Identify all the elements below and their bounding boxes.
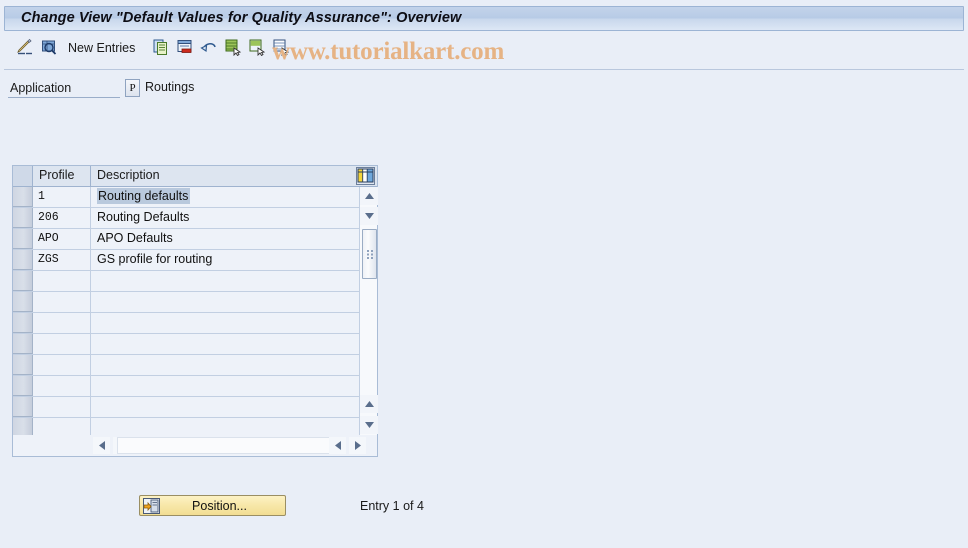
cell-description[interactable] (92, 271, 358, 291)
position-button-label: Position... (192, 498, 247, 513)
row-select-button[interactable] (13, 292, 33, 312)
table-row[interactable] (13, 397, 359, 418)
table-row[interactable]: 206 Routing Defaults (13, 208, 359, 229)
row-select-button[interactable] (13, 334, 33, 354)
position-button[interactable]: Position... (139, 495, 286, 516)
table-body: 1 Routing defaults 206 Routing Defaults APO A… (13, 187, 359, 435)
cell-description[interactable]: Routing Defaults (92, 208, 358, 228)
table-row[interactable]: ZGS GS profile for routing (13, 250, 359, 271)
application-input[interactable] (8, 79, 120, 98)
row-select-button[interactable] (13, 418, 33, 435)
cell-description[interactable] (92, 334, 358, 354)
watermark-text: www.tutorialkart.com (272, 38, 505, 65)
delete-row-icon (176, 38, 194, 59)
scroll-page-down-button[interactable] (360, 416, 378, 434)
cell-description-text: Routing defaults (97, 188, 191, 204)
sap-gui-screen: Change View "Default Values for Quality … (0, 0, 968, 548)
cell-description[interactable] (92, 397, 358, 417)
cell-description[interactable] (92, 376, 358, 396)
window-title-bar: Change View "Default Values for Quality … (4, 6, 964, 31)
cell-profile[interactable] (34, 292, 91, 312)
display-change-button[interactable] (16, 37, 34, 59)
select-block-button[interactable] (248, 37, 266, 59)
cell-description[interactable] (92, 292, 358, 312)
table-horizontal-scrollbar[interactable] (13, 435, 377, 456)
cell-profile[interactable]: 206 (34, 208, 91, 228)
cell-profile[interactable] (34, 334, 91, 354)
table-row[interactable] (13, 271, 359, 292)
entry-status-text: Entry 1 of 4 (360, 499, 424, 513)
copy-icon (152, 38, 170, 59)
row-select-button[interactable] (13, 208, 33, 228)
hscroll-first-button[interactable] (329, 437, 346, 454)
cell-profile[interactable] (34, 418, 91, 435)
table-row[interactable] (13, 418, 359, 435)
hscroll-last-button[interactable] (349, 437, 366, 454)
row-select-button[interactable] (13, 229, 33, 249)
new-entries-label: New Entries (68, 41, 136, 55)
row-select-button[interactable] (13, 313, 33, 333)
cell-description[interactable] (92, 418, 358, 435)
cell-profile[interactable]: 1 (34, 187, 91, 207)
position-icon (140, 497, 160, 514)
table-row[interactable] (13, 376, 359, 397)
table-row[interactable] (13, 355, 359, 376)
table-vertical-scrollbar[interactable] (359, 187, 378, 435)
row-select-button[interactable] (13, 187, 33, 207)
routings-label: Routings (145, 80, 195, 94)
cell-description[interactable]: APO Defaults (92, 229, 358, 249)
application-dropdown-button[interactable]: P (125, 79, 140, 97)
profiles-table: Profile Description 1 Routing defaults 206… (12, 165, 378, 457)
cell-profile[interactable] (34, 355, 91, 375)
select-block-icon (248, 38, 266, 59)
cell-profile[interactable] (34, 271, 91, 291)
column-header-profile[interactable]: Profile (34, 166, 91, 186)
column-header-description[interactable]: Description (92, 166, 356, 186)
table-settings-icon[interactable] (356, 167, 375, 185)
new-entries-button[interactable]: New Entries (68, 37, 135, 59)
select-all-button[interactable] (224, 37, 242, 59)
scroll-page-up-button[interactable] (360, 395, 378, 413)
toolbar-divider (4, 69, 964, 70)
delete-button[interactable] (176, 37, 194, 59)
hscroll-track[interactable] (117, 437, 339, 454)
magnifier-table-icon (40, 38, 58, 59)
scrollbar-thumb[interactable] (362, 229, 377, 279)
row-select-button[interactable] (13, 355, 33, 375)
row-select-button[interactable] (13, 271, 33, 291)
header-select-column[interactable] (13, 166, 33, 186)
undo-arrow-icon (200, 38, 218, 59)
scroll-up-button[interactable] (360, 187, 378, 205)
copy-as-button[interactable] (152, 37, 170, 59)
cell-profile[interactable] (34, 313, 91, 333)
cell-profile[interactable] (34, 376, 91, 396)
row-select-button[interactable] (13, 250, 33, 270)
cell-description[interactable] (92, 313, 358, 333)
table-row[interactable] (13, 292, 359, 313)
cell-profile[interactable]: APO (34, 229, 91, 249)
cell-description[interactable]: GS profile for routing (92, 250, 358, 270)
cell-profile[interactable] (34, 397, 91, 417)
cell-profile[interactable]: ZGS (34, 250, 91, 270)
page-title: Change View "Default Values for Quality … (21, 10, 462, 26)
table-row[interactable]: APO APO Defaults (13, 229, 359, 250)
row-select-button[interactable] (13, 397, 33, 417)
table-row[interactable]: 1 Routing defaults (13, 187, 359, 208)
row-select-button[interactable] (13, 376, 33, 396)
pencil-glasses-icon (16, 38, 34, 59)
select-all-icon (224, 38, 242, 59)
table-header-row: Profile Description (13, 166, 377, 187)
check-entries-button[interactable] (40, 37, 58, 59)
hscroll-left-button[interactable] (93, 437, 110, 454)
scroll-down-button[interactable] (360, 207, 378, 225)
undo-button[interactable] (200, 37, 218, 59)
table-row[interactable] (13, 334, 359, 355)
cell-description[interactable]: Routing defaults (92, 187, 358, 207)
table-row[interactable] (13, 313, 359, 334)
cell-description[interactable] (92, 355, 358, 375)
